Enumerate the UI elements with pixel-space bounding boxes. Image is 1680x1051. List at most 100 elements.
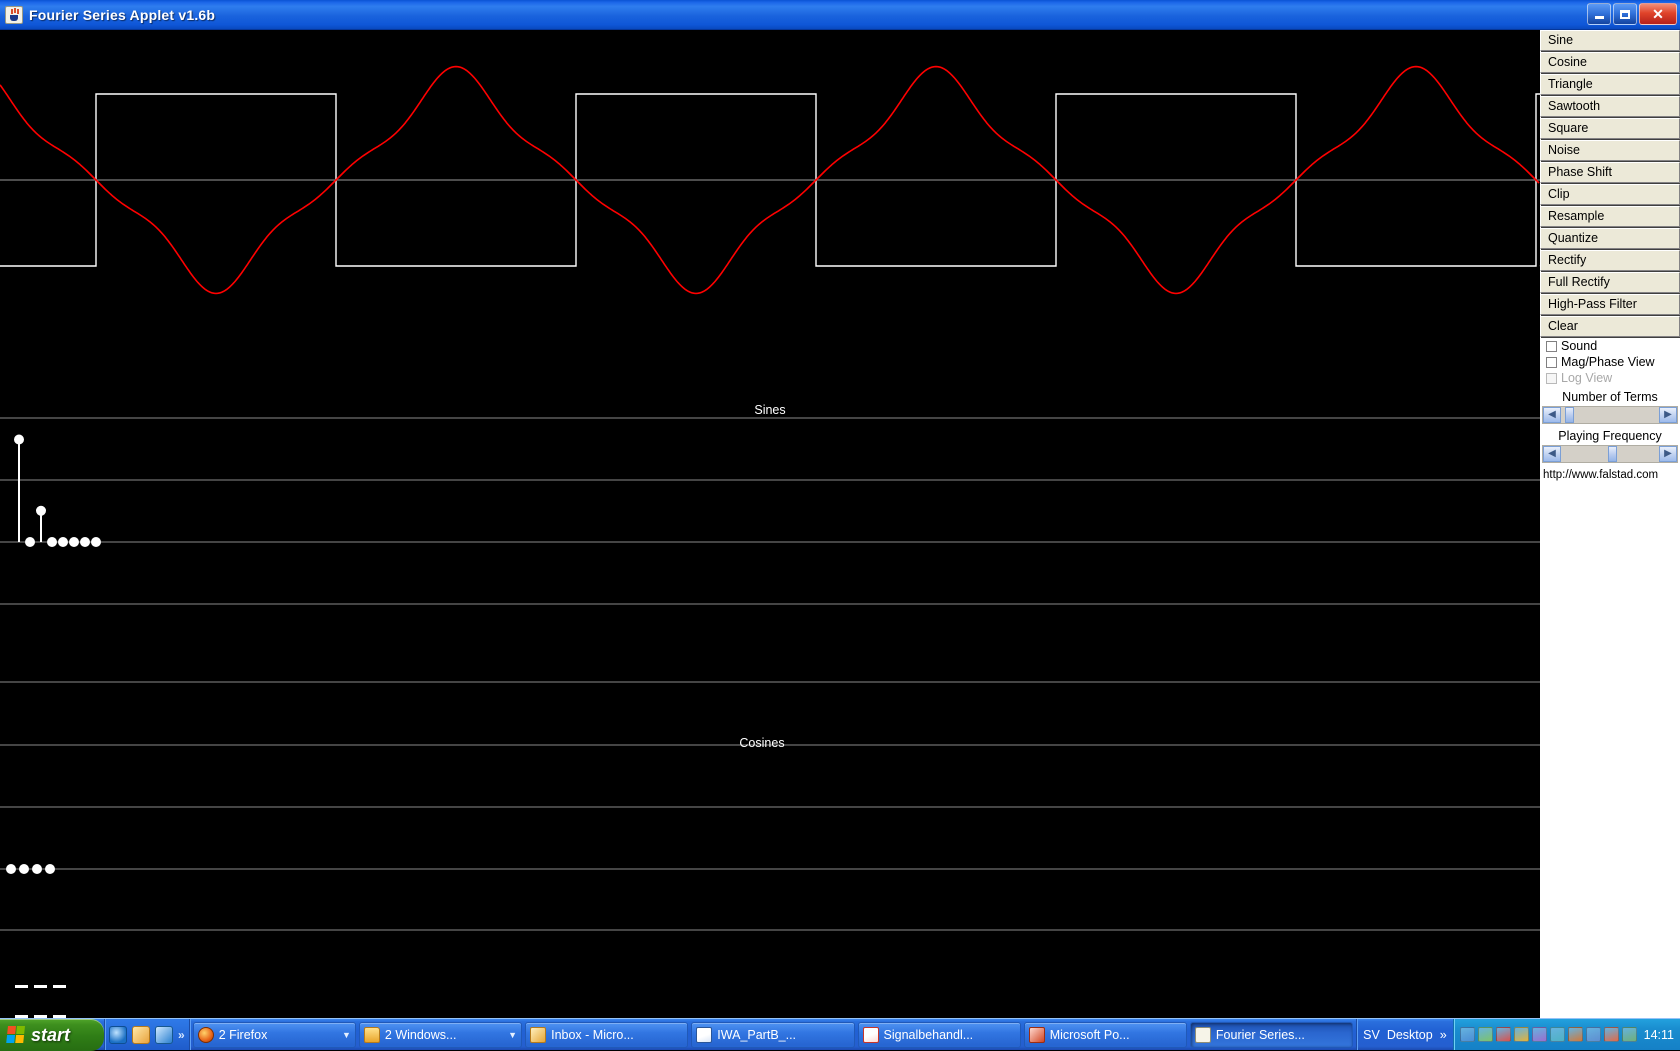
panel-button-sawtooth[interactable]: Sawtooth — [1540, 96, 1680, 117]
quick-launch-more-icon[interactable]: » — [178, 1028, 185, 1042]
sines-coefficient-stems — [14, 435, 101, 548]
taskbar-group-chevron-down-icon[interactable]: ▼ — [342, 1030, 351, 1040]
cosines-plot: Cosines — [0, 682, 1540, 930]
option-checkbox-group: Sound Mag/Phase View Log View — [1540, 339, 1680, 385]
window-controls: ✕ — [1587, 3, 1677, 25]
scrollbar-track[interactable] — [1561, 407, 1659, 423]
author-url[interactable]: http://www.falstad.com — [1543, 469, 1658, 481]
scrollbar-right-arrow-icon[interactable]: ▶ — [1659, 446, 1677, 462]
scrollbar-number-of-terms[interactable]: ◀▶ — [1542, 406, 1678, 424]
quick-launch-bar: » — [104, 1019, 189, 1050]
taskbar-group-chevron-down-icon[interactable]: ▼ — [508, 1030, 517, 1040]
task-button-list: 2 Firefox▼2 Windows...▼ Inbox - Micro... I… — [189, 1019, 1356, 1050]
scrollbar-thumb[interactable] — [1608, 446, 1617, 462]
network-icon[interactable] — [1478, 1027, 1493, 1042]
scrollbar-left-arrow-icon[interactable]: ◀ — [1543, 446, 1561, 462]
word-document-icon — [696, 1027, 712, 1043]
waveform-plot — [0, 67, 1540, 294]
panel-button-full-rectify[interactable]: Full Rectify — [1540, 272, 1680, 293]
checkbox-label: Mag/Phase View — [1561, 355, 1655, 369]
panel-button-rectify[interactable]: Rectify — [1540, 250, 1680, 271]
keyboard-icon[interactable] — [1532, 1027, 1547, 1042]
panel-button-high-pass-filter[interactable]: High-Pass Filter — [1540, 294, 1680, 315]
sine-coefficient-handle[interactable] — [80, 537, 90, 547]
panel-button-clip[interactable]: Clip — [1540, 184, 1680, 205]
checkbox-mag-phase-view[interactable]: Mag/Phase View — [1546, 355, 1680, 369]
cosine-coefficient-handle[interactable] — [45, 864, 55, 874]
sine-coefficient-handle[interactable] — [47, 537, 57, 547]
taskbar-item-2-windows[interactable]: 2 Windows...▼ — [359, 1022, 522, 1048]
java-coffee-cup-icon — [5, 6, 23, 24]
minimize-button[interactable] — [1587, 3, 1611, 25]
close-icon: ✕ — [1652, 8, 1664, 20]
scrollbar-playing-frequency[interactable]: ◀▶ — [1542, 445, 1678, 463]
tray-icon-list — [1460, 1027, 1637, 1042]
sine-coefficient-handle[interactable] — [14, 435, 24, 445]
system-clock[interactable]: 14:11 — [1644, 1028, 1674, 1042]
desktop-chevron-icon[interactable]: » — [1440, 1028, 1447, 1042]
slider-label-playing-frequency: Playing Frequency — [1540, 429, 1680, 443]
volume-icon[interactable] — [1460, 1027, 1475, 1042]
battery-icon[interactable] — [1514, 1027, 1529, 1042]
checkbox-box-icon — [1546, 373, 1557, 384]
checkbox-sound[interactable]: Sound — [1546, 339, 1680, 353]
panel-button-clear[interactable]: Clear — [1540, 316, 1680, 337]
taskbar-item-label: Signalbehandl... — [884, 1028, 974, 1042]
window-title: Fourier Series Applet v1.6b — [29, 7, 215, 23]
taskbar-item-2-firefox[interactable]: 2 Firefox▼ — [193, 1022, 356, 1048]
panel-button-noise[interactable]: Noise — [1540, 140, 1680, 161]
panel-button-phase-shift[interactable]: Phase Shift — [1540, 162, 1680, 183]
scrollbar-thumb[interactable] — [1565, 407, 1574, 423]
cosine-coefficient-handle[interactable] — [19, 864, 29, 874]
taskbar-item-label: IWA_PartB_... — [717, 1028, 796, 1042]
taskbar-item-label: Inbox - Micro... — [551, 1028, 634, 1042]
java-icon[interactable] — [1604, 1027, 1619, 1042]
start-button[interactable]: start — [0, 1019, 104, 1051]
taskbar-item-fourier-series[interactable]: Fourier Series... — [1190, 1022, 1353, 1048]
scrollbar-left-arrow-icon[interactable]: ◀ — [1543, 407, 1561, 423]
language-indicator[interactable]: SV — [1363, 1028, 1380, 1042]
scrollbar-track[interactable] — [1561, 446, 1659, 462]
java-coffee-cup-icon — [1195, 1027, 1211, 1043]
slider-group: Number of Terms◀▶Playing Frequency◀▶ — [1540, 390, 1680, 463]
cosines-label: Cosines — [739, 736, 784, 750]
maximize-button[interactable] — [1613, 3, 1637, 25]
taskbar-item-inbox-micro[interactable]: Inbox - Micro... — [525, 1022, 688, 1048]
internet-explorer-icon[interactable] — [109, 1026, 127, 1044]
panel-button-quantize[interactable]: Quantize — [1540, 228, 1680, 249]
sine-coefficient-handle[interactable] — [36, 506, 46, 516]
window-title-bar[interactable]: Fourier Series Applet v1.6b ✕ — [0, 0, 1680, 30]
scrollbar-right-arrow-icon[interactable]: ▶ — [1659, 407, 1677, 423]
close-button[interactable]: ✕ — [1639, 3, 1677, 25]
taskbar-item-iwa-partb[interactable]: IWA_PartB_... — [691, 1022, 854, 1048]
panel-button-sine[interactable]: Sine — [1540, 30, 1680, 51]
maximize-icon — [1620, 10, 1630, 19]
taskbar-item-microsoft-po[interactable]: Microsoft Po... — [1024, 1022, 1187, 1048]
cosine-coefficient-handle[interactable] — [32, 864, 42, 874]
pdf-document-icon — [863, 1027, 879, 1043]
panel-button-resample[interactable]: Resample — [1540, 206, 1680, 227]
sine-coefficient-handle[interactable] — [69, 537, 79, 547]
checkbox-log-view: Log View — [1546, 371, 1680, 385]
applet-canvas[interactable]: Sines Cosines — [0, 30, 1540, 1018]
cosine-coefficient-handle[interactable] — [6, 864, 16, 874]
folder-icon — [364, 1027, 380, 1043]
sine-coefficient-handle[interactable] — [91, 537, 101, 547]
taskbar-item-signalbehandl[interactable]: Signalbehandl... — [858, 1022, 1021, 1048]
outlook-icon[interactable] — [132, 1026, 150, 1044]
panel-button-triangle[interactable]: Triangle — [1540, 74, 1680, 95]
antivirus-icon[interactable] — [1568, 1027, 1583, 1042]
printer-icon[interactable] — [1622, 1027, 1637, 1042]
outlook-express-icon[interactable] — [155, 1026, 173, 1044]
start-label: start — [31, 1025, 70, 1046]
taskbar-item-label: Microsoft Po... — [1050, 1028, 1130, 1042]
update-icon[interactable] — [1550, 1027, 1565, 1042]
messenger-icon[interactable] — [1586, 1027, 1601, 1042]
panel-button-square[interactable]: Square — [1540, 118, 1680, 139]
sine-coefficient-handle[interactable] — [58, 537, 68, 547]
sine-coefficient-handle[interactable] — [25, 537, 35, 547]
panel-button-cosine[interactable]: Cosine — [1540, 52, 1680, 73]
windows-taskbar: start » 2 Firefox▼2 Windows...▼ Inbox - M… — [0, 1018, 1680, 1050]
shield-icon[interactable] — [1496, 1027, 1511, 1042]
desktop-toolbar-label[interactable]: Desktop — [1387, 1028, 1433, 1042]
